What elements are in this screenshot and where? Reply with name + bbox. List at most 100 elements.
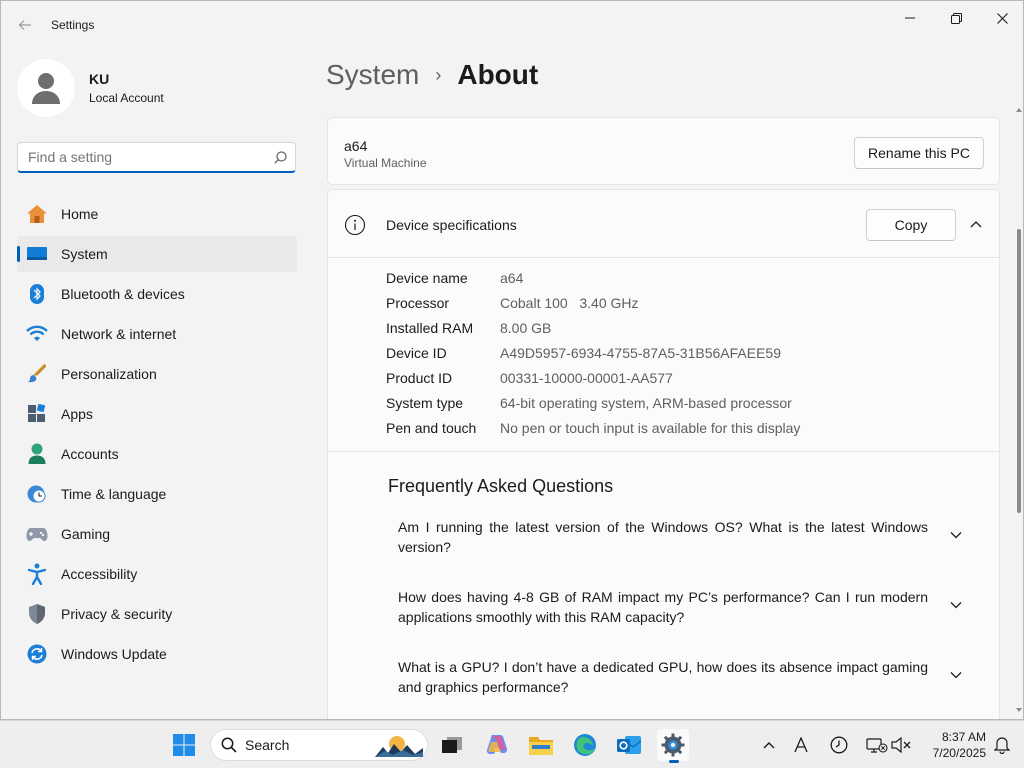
sidebar-item-gaming[interactable]: Gaming bbox=[17, 516, 297, 552]
speaker-muted-icon bbox=[891, 736, 911, 754]
input-indicator-button[interactable] bbox=[789, 733, 813, 757]
spec-row-product-id: Product ID 00331-10000-00001-AA577 bbox=[386, 370, 800, 395]
spec-row-installed-ram: Installed RAM 8.00 GB bbox=[386, 320, 800, 345]
show-hidden-icons-button[interactable] bbox=[757, 733, 781, 757]
device-specifications-header[interactable]: Device specifications Copy bbox=[328, 190, 999, 258]
wifi-icon bbox=[26, 323, 48, 345]
maximize-button[interactable] bbox=[933, 7, 979, 29]
update-icon bbox=[26, 643, 48, 665]
edge-browser-button[interactable] bbox=[569, 729, 601, 761]
spec-key: Product ID bbox=[386, 370, 453, 386]
spec-key: Installed RAM bbox=[386, 320, 474, 336]
page-title: About bbox=[457, 59, 539, 90]
chevron-down-icon bbox=[950, 532, 962, 539]
sidebar-item-privacy-security[interactable]: Privacy & security bbox=[17, 596, 297, 632]
sidebar-item-apps[interactable]: Apps bbox=[17, 396, 297, 432]
info-icon bbox=[344, 214, 366, 236]
file-explorer-button[interactable] bbox=[525, 729, 557, 761]
faq-item[interactable]: What is a GPU? I don’t have a dedicated … bbox=[398, 657, 978, 719]
close-button[interactable] bbox=[979, 7, 1023, 29]
task-view-icon bbox=[442, 737, 462, 753]
gear-icon bbox=[661, 733, 685, 757]
settings-search-box[interactable] bbox=[17, 142, 296, 173]
breadcrumb-parent[interactable]: System bbox=[326, 59, 419, 91]
edge-icon bbox=[574, 734, 596, 756]
spec-row-processor: Processor Cobalt 100 3.40 GHz bbox=[386, 295, 800, 320]
back-arrow-icon bbox=[18, 20, 31, 30]
settings-app-button[interactable] bbox=[657, 729, 689, 763]
sidebar-item-label: Privacy & security bbox=[61, 606, 173, 622]
faq-expand-button[interactable] bbox=[946, 527, 966, 543]
faq-expand-button[interactable] bbox=[946, 667, 966, 683]
network-disconnected-icon bbox=[866, 738, 888, 753]
user-avatar-icon bbox=[32, 73, 60, 104]
home-icon bbox=[26, 203, 48, 225]
spec-key: Device ID bbox=[386, 345, 447, 361]
network-status-button[interactable] bbox=[865, 733, 889, 757]
sidebar-item-network[interactable]: Network & internet bbox=[17, 316, 297, 352]
copilot-button[interactable] bbox=[481, 729, 513, 761]
faq-list: Am I running the latest version of the W… bbox=[398, 517, 978, 719]
search-input[interactable] bbox=[18, 143, 265, 171]
font-a-icon bbox=[794, 737, 808, 753]
scroll-down-button[interactable] bbox=[1015, 705, 1023, 715]
faq-item[interactable]: How does having 4-8 GB of RAM impact my … bbox=[398, 587, 978, 657]
task-view-button[interactable] bbox=[436, 729, 468, 761]
apps-icon bbox=[26, 403, 48, 425]
scrollbar[interactable] bbox=[1015, 105, 1023, 719]
sidebar-item-label: Accounts bbox=[61, 446, 119, 462]
focus-session-button[interactable] bbox=[827, 733, 851, 757]
sidebar-item-accessibility[interactable]: Accessibility bbox=[17, 556, 297, 592]
copy-specs-button[interactable]: Copy bbox=[866, 209, 956, 241]
search-highlight-icon bbox=[375, 736, 423, 757]
start-button[interactable] bbox=[168, 729, 200, 761]
notification-bell-icon bbox=[994, 737, 1010, 754]
pc-name-card: a64 Virtual Machine Rename this PC bbox=[327, 117, 1000, 185]
taskbar-clock[interactable]: 8:37 AM 7/20/2025 bbox=[920, 729, 986, 761]
volume-button[interactable] bbox=[889, 733, 913, 757]
search-icon[interactable] bbox=[265, 150, 295, 164]
sidebar-item-time-language[interactable]: Time & language bbox=[17, 476, 297, 512]
pc-type: Virtual Machine bbox=[344, 156, 427, 170]
sidebar-item-bluetooth[interactable]: Bluetooth & devices bbox=[17, 276, 297, 312]
spec-key: Device name bbox=[386, 270, 468, 286]
notifications-button[interactable] bbox=[990, 733, 1014, 757]
spec-value: No pen or touch input is available for t… bbox=[500, 420, 801, 436]
pc-name: a64 bbox=[344, 138, 368, 154]
sidebar-item-accounts[interactable]: Accounts bbox=[17, 436, 297, 472]
spec-row-device-name: Device name a64 bbox=[386, 270, 800, 295]
minimize-button[interactable] bbox=[887, 7, 933, 29]
shield-icon bbox=[26, 603, 48, 625]
sidebar-item-label: Home bbox=[61, 206, 99, 222]
rename-pc-button[interactable]: Rename this PC bbox=[854, 137, 984, 169]
outlook-icon bbox=[617, 736, 642, 754]
folder-icon bbox=[529, 737, 553, 755]
spec-value: Cobalt 100 3.40 GHz bbox=[500, 295, 639, 311]
spec-value: A49D5957-6934-4755-87A5-31B56AFAEE59 bbox=[500, 345, 781, 361]
collapse-button[interactable] bbox=[966, 216, 986, 232]
sidebar-item-system[interactable]: System bbox=[17, 236, 297, 272]
spec-value: a64 bbox=[500, 270, 524, 286]
title-bar: Settings bbox=[1, 1, 1023, 49]
chevron-up-icon bbox=[970, 221, 982, 228]
scroll-up-button[interactable] bbox=[1015, 105, 1023, 115]
user-profile[interactable]: KU Local Account bbox=[17, 59, 164, 117]
scrollbar-thumb[interactable] bbox=[1017, 229, 1021, 513]
sidebar-item-home[interactable]: Home bbox=[17, 196, 297, 232]
spec-list: Device name a64 Processor Cobalt 100 3.4… bbox=[386, 270, 800, 445]
spec-key: Processor bbox=[386, 295, 450, 311]
clock-globe-icon bbox=[26, 483, 48, 505]
back-button[interactable] bbox=[13, 13, 37, 37]
windows-logo-icon bbox=[173, 734, 195, 756]
faq-expand-button[interactable] bbox=[946, 597, 966, 613]
faq-item[interactable]: Am I running the latest version of the W… bbox=[398, 517, 978, 587]
outlook-button[interactable] bbox=[613, 729, 645, 761]
sidebar-item-label: System bbox=[61, 246, 108, 262]
taskbar-search[interactable]: Search bbox=[210, 729, 428, 761]
sidebar-item-windows-update[interactable]: Windows Update bbox=[17, 636, 297, 672]
close-icon bbox=[996, 12, 1008, 24]
profile-account-type: Local Account bbox=[89, 91, 164, 105]
spec-value: 00331-10000-00001-AA577 bbox=[500, 370, 673, 386]
sidebar-item-personalization[interactable]: Personalization bbox=[17, 356, 297, 392]
spec-value: 64-bit operating system, ARM-based proce… bbox=[500, 395, 792, 411]
